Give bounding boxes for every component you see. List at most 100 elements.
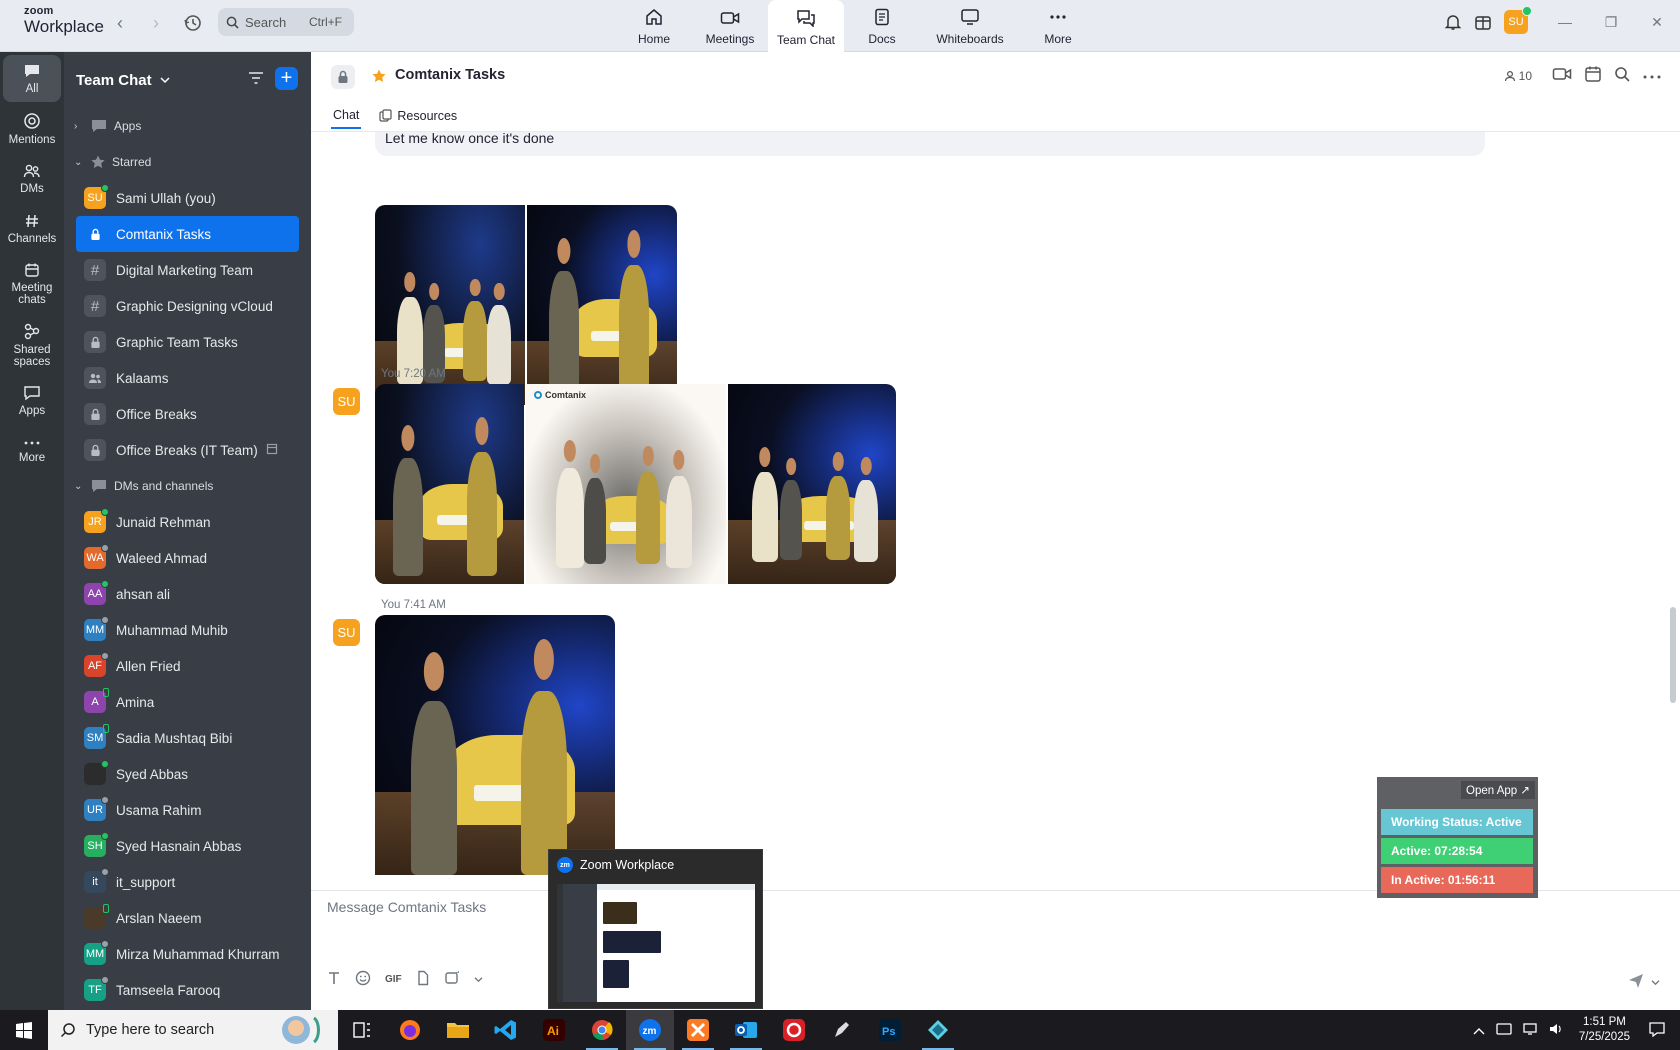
dm-item[interactable]: UR Usama Rahim — [76, 792, 299, 828]
starred-item[interactable]: Office Breaks (IT Team) — [76, 432, 299, 468]
chevron-down-icon[interactable] — [1651, 974, 1660, 989]
section-apps[interactable]: › Apps — [64, 108, 311, 144]
tab-chat[interactable]: Chat — [331, 102, 362, 129]
dm-item[interactable]: JR Junaid Rehman — [76, 504, 299, 540]
maximize-button[interactable]: ❐ — [1588, 0, 1634, 44]
taskbar-thumbnail-preview[interactable]: zm Zoom Workplace — [548, 849, 763, 1009]
sidebar-title[interactable]: Team Chat — [76, 72, 152, 89]
new-chat-button[interactable]: + — [275, 67, 298, 90]
forward-arrow-icon[interactable]: › — [146, 13, 166, 33]
history-icon[interactable] — [182, 12, 204, 34]
calendar-icon[interactable] — [1584, 65, 1602, 86]
tab-home[interactable]: Home — [616, 0, 692, 52]
section-starred[interactable]: ⌄ Starred — [64, 144, 311, 180]
notifications-bell-icon[interactable] — [1438, 7, 1468, 37]
windows-start-icon[interactable] — [0, 1010, 48, 1050]
screenshot-icon[interactable] — [444, 970, 460, 989]
video-call-icon[interactable] — [1552, 66, 1572, 85]
dm-item[interactable]: Arslan Naeem — [76, 900, 299, 936]
notification-center-icon[interactable] — [1640, 1021, 1680, 1040]
rail-more[interactable]: More — [3, 427, 61, 474]
user-avatar[interactable]: SU — [1504, 6, 1532, 34]
close-button[interactable]: ✕ — [1634, 0, 1680, 44]
minimize-button[interactable]: — — [1542, 0, 1588, 44]
rail-apps[interactable]: Apps — [3, 377, 61, 424]
starred-item[interactable]: Comtanix Tasks — [76, 216, 299, 252]
more-options-icon[interactable] — [1642, 68, 1662, 83]
outlook-icon[interactable] — [722, 1010, 770, 1050]
dm-item[interactable]: WA Waleed Ahmad — [76, 540, 299, 576]
rail-meeting-chats[interactable]: Meeting chats — [3, 255, 61, 313]
search-input[interactable] — [245, 14, 303, 30]
dm-item[interactable]: AF Allen Fried — [76, 648, 299, 684]
tray-chevron-up-icon[interactable] — [1467, 1023, 1491, 1038]
dm-item[interactable]: SM Sadia Mushtaq Bibi — [76, 720, 299, 756]
tab-more[interactable]: More — [1020, 0, 1096, 52]
back-arrow-icon[interactable]: ‹ — [110, 13, 130, 33]
photo-attachment[interactable]: Comtanix — [526, 384, 726, 584]
emoji-icon[interactable] — [355, 970, 371, 989]
rail-mentions[interactable]: Mentions — [3, 105, 61, 152]
starred-item[interactable]: Kalaams — [76, 360, 299, 396]
dm-item[interactable]: SH Syed Hasnain Abbas — [76, 828, 299, 864]
dm-item[interactable]: AA ahsan ali — [76, 576, 299, 612]
dm-item[interactable]: MM Muhammad Muhib — [76, 612, 299, 648]
network-icon[interactable] — [1517, 1022, 1543, 1039]
gif-button[interactable]: GIF — [385, 974, 402, 985]
starred-item[interactable]: Graphic Team Tasks — [76, 324, 299, 360]
channel-title[interactable]: Comtanix Tasks — [395, 67, 505, 83]
chevron-down-icon[interactable] — [474, 974, 483, 986]
message-input[interactable] — [327, 899, 1627, 949]
open-app-button[interactable]: Open App ↗ — [1461, 781, 1535, 799]
photo-attachment[interactable] — [375, 384, 524, 584]
search-icon[interactable] — [1614, 66, 1630, 85]
section-dms-channels[interactable]: ⌄ DMs and channels — [64, 468, 311, 504]
illustrator-icon[interactable]: Ai — [530, 1010, 578, 1050]
taskbar-search-input[interactable] — [86, 1022, 266, 1038]
rail-all[interactable]: All — [3, 55, 61, 102]
file-explorer-icon[interactable] — [434, 1010, 482, 1050]
starred-item[interactable]: Office Breaks — [76, 396, 299, 432]
photo-attachment[interactable] — [375, 615, 615, 875]
xampp-icon[interactable] — [674, 1010, 722, 1050]
photo-attachment[interactable] — [527, 205, 677, 405]
zoom-taskbar-icon[interactable]: zm — [626, 1010, 674, 1050]
tracker-app-icon[interactable] — [914, 1010, 962, 1050]
starred-item[interactable]: # Graphic Designing vCloud — [76, 288, 299, 324]
starred-item[interactable]: SU Sami Ullah (you) — [76, 180, 299, 216]
photo-attachment[interactable] — [728, 384, 896, 584]
taskbar-clock[interactable]: 1:51 PM 7/25/2025 — [1579, 1015, 1630, 1045]
star-icon[interactable] — [371, 68, 387, 84]
firefox-icon[interactable] — [386, 1010, 434, 1050]
dm-item[interactable]: A Amina — [76, 684, 299, 720]
message-avatar[interactable]: SU — [333, 388, 360, 415]
message-avatar[interactable]: SU — [333, 619, 360, 646]
pen-tool-icon[interactable] — [818, 1010, 866, 1050]
task-view-icon[interactable] — [338, 1010, 386, 1050]
photoshop-icon[interactable]: Ps — [866, 1010, 914, 1050]
gift-calendar-icon[interactable] — [1468, 7, 1498, 37]
send-icon[interactable] — [1627, 971, 1645, 992]
rail-dms[interactable]: DMs — [3, 155, 61, 202]
taskbar-search[interactable] — [48, 1010, 338, 1050]
message-bubble[interactable]: Let me know once it's done — [375, 132, 1485, 156]
members-count[interactable]: 10 — [1504, 69, 1532, 83]
attach-file-icon[interactable] — [416, 970, 430, 989]
dm-item[interactable]: TF Tamseela Farooq — [76, 972, 299, 1008]
tab-docs[interactable]: Docs — [844, 0, 920, 52]
dm-item[interactable]: Syed Abbas — [76, 756, 299, 792]
tab-meetings[interactable]: Meetings — [692, 0, 768, 52]
dm-item[interactable]: MM Mirza Muhammad Khurram — [76, 936, 299, 972]
starred-item[interactable]: # Digital Marketing Team — [76, 252, 299, 288]
volume-icon[interactable] — [1543, 1022, 1569, 1039]
rail-channels[interactable]: Channels — [3, 205, 61, 252]
dm-item[interactable]: it it_support — [76, 864, 299, 900]
tray-meet-icon[interactable] — [1491, 1022, 1517, 1039]
creative-cloud-icon[interactable] — [770, 1010, 818, 1050]
search-box[interactable]: Ctrl+F — [218, 8, 354, 36]
chevron-down-icon[interactable] — [160, 76, 170, 84]
filter-icon[interactable] — [247, 70, 265, 86]
tab-whiteboards[interactable]: Whiteboards — [920, 0, 1020, 52]
message-scrollbar[interactable] — [1670, 607, 1676, 703]
text-format-icon[interactable] — [327, 971, 341, 988]
